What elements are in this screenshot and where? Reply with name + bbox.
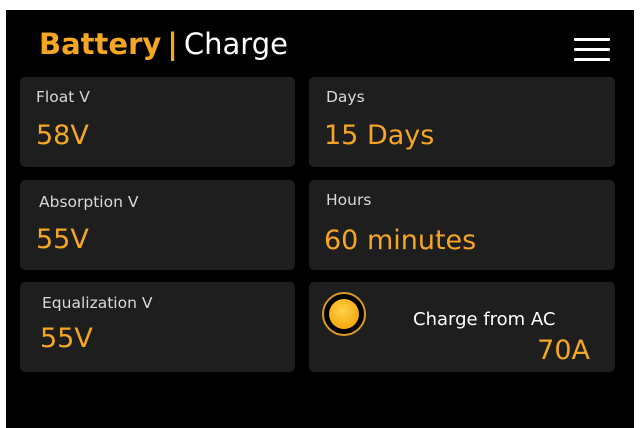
- equalization-voltage-value: 55V: [40, 323, 93, 354]
- menu-bar: [574, 48, 610, 51]
- title-separator: |: [167, 27, 178, 61]
- days-tile[interactable]: Days 15 Days: [309, 77, 615, 167]
- charge-from-ac-label: Charge from AC: [413, 309, 556, 330]
- absorption-voltage-tile[interactable]: Absorption V 55V: [20, 180, 295, 270]
- title-page: Charge: [183, 27, 288, 61]
- hamburger-menu-icon[interactable]: [574, 36, 610, 64]
- float-voltage-value: 58V: [36, 120, 89, 151]
- days-value: 15 Days: [324, 120, 435, 151]
- hours-tile[interactable]: Hours 60 minutes: [309, 180, 615, 270]
- page-title: Battery | Charge: [39, 24, 288, 64]
- equalization-voltage-tile[interactable]: Equalization V 55V: [20, 282, 295, 372]
- days-label: Days: [326, 88, 365, 106]
- title-section: Battery: [39, 27, 162, 61]
- sun-indicator-icon[interactable]: [322, 292, 366, 336]
- float-voltage-label: Float V: [36, 88, 90, 106]
- equalization-voltage-label: Equalization V: [42, 294, 153, 312]
- menu-bar: [574, 38, 610, 41]
- charge-from-ac-value: 70A: [537, 335, 590, 366]
- absorption-voltage-value: 55V: [36, 224, 89, 255]
- absorption-voltage-label: Absorption V: [39, 193, 139, 211]
- menu-bar: [574, 58, 610, 61]
- battery-charge-screen: Battery | Charge Float V 58V Days 15 Days …: [6, 10, 634, 428]
- float-voltage-tile[interactable]: Float V 58V: [20, 77, 295, 167]
- hours-value: 60 minutes: [324, 225, 477, 256]
- hours-label: Hours: [326, 191, 372, 209]
